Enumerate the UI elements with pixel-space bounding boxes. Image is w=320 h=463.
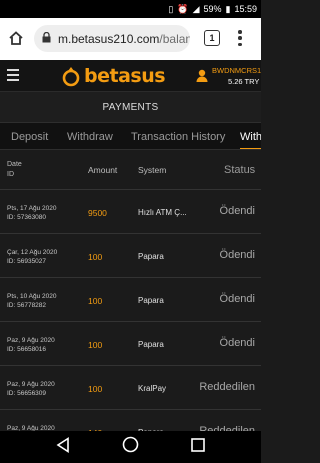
vibrate-icon: ▯	[168, 3, 174, 14]
user-icon	[196, 69, 208, 87]
table-row[interactable]: Pts, 17 Ağu 2020 ID: 57363080 9500 Hızlı…	[0, 190, 261, 234]
row-status: Ödendi	[219, 293, 255, 305]
table-row[interactable]: Paz, 9 Ağu 2020 ID: 56656309 100 KralPay…	[0, 366, 261, 410]
row-amount: 100	[88, 340, 103, 350]
header-system: System	[138, 165, 167, 175]
header-amount: Amount	[88, 165, 118, 175]
url-text: m.betasus210.com/balance/	[58, 31, 190, 46]
row-system: KralPay	[138, 384, 167, 393]
header-date-id: Date ID	[7, 161, 22, 178]
row-amount: 100	[88, 384, 103, 394]
back-icon[interactable]	[56, 436, 70, 458]
system-nav-bar	[0, 431, 261, 463]
row-date: Paz, 9 Ağu 2020	[7, 381, 55, 388]
row-date: Çar, 12 Ağu 2020	[7, 249, 58, 256]
menu-icon[interactable]	[236, 28, 244, 48]
alarm-icon: ⏰	[177, 3, 189, 14]
row-status: Reddedilen	[199, 381, 255, 393]
header-status: Status	[224, 164, 256, 176]
row-id: ID: 56778282	[7, 302, 47, 309]
battery-icon: ▮	[225, 3, 231, 14]
home-icon[interactable]	[7, 30, 25, 46]
logo-text: betasus	[84, 65, 166, 87]
tab-withdraw[interactable]: Withdraw	[67, 123, 113, 149]
site-header: betasus BWDNMCRS1 5.26 TRY	[0, 60, 261, 92]
status-bar: ▯ ⏰ ◢ 59% ▮ 15:59	[0, 0, 261, 18]
lock-icon	[42, 30, 51, 48]
row-status: Ödendi	[219, 249, 255, 261]
table-header: Date ID Amount System Status	[0, 150, 261, 190]
row-id: ID: 56656309	[7, 390, 47, 397]
row-date: Paz, 9 Ağu 2020	[7, 337, 55, 344]
row-system: Papara	[138, 340, 164, 349]
balance: 5.26 TRY	[228, 77, 260, 86]
row-id: ID: 56658016	[7, 346, 47, 353]
tab-deposit[interactable]: Deposit	[11, 123, 48, 149]
page-title: PAYMENTS	[0, 92, 261, 122]
home-button-icon[interactable]	[122, 436, 139, 458]
row-date: Pts, 17 Ağu 2020	[7, 205, 57, 212]
table-row[interactable]: Paz, 9 Ağu 2020 ID: 56658016 100 Papara …	[0, 322, 261, 366]
row-id: ID: 57363080	[7, 214, 47, 221]
logo-mark-icon	[62, 67, 80, 87]
payments-tabs: Deposit Withdraw Transaction History Wit…	[0, 122, 261, 150]
row-system: Hızlı ATM Ç...	[138, 208, 187, 217]
row-system: Papara	[138, 296, 164, 305]
browser-toolbar: m.betasus210.com/balance/ 1	[0, 18, 261, 60]
row-status: Ödendi	[219, 205, 255, 217]
hamburger-menu-icon[interactable]	[7, 69, 19, 81]
tab-withdraw-history[interactable]: With	[240, 123, 261, 149]
username: BWDNMCRS1	[212, 66, 262, 75]
row-amount: 100	[88, 296, 103, 306]
signal-icon: ◢	[192, 3, 200, 14]
address-bar[interactable]: m.betasus210.com/balance/	[34, 25, 190, 52]
row-amount: 100	[88, 252, 103, 262]
tab-transaction-history[interactable]: Transaction History	[131, 123, 225, 149]
row-date: Pts, 10 Ağu 2020	[7, 293, 57, 300]
battery-percent: 59%	[203, 4, 222, 14]
row-system: Papara	[138, 252, 164, 261]
row-id: ID: 56935027	[7, 258, 47, 265]
table-row[interactable]: Çar, 12 Ağu 2020 ID: 56935027 100 Papara…	[0, 234, 261, 278]
site-logo[interactable]: betasus	[60, 64, 166, 88]
row-status: Ödendi	[219, 337, 255, 349]
tab-switcher-button[interactable]: 1	[204, 30, 220, 46]
recents-icon[interactable]	[191, 437, 205, 457]
row-amount: 9500	[88, 208, 107, 218]
clock: 15:59	[234, 4, 257, 14]
table-row[interactable]: Pts, 10 Ağu 2020 ID: 56778282 100 Papara…	[0, 278, 261, 322]
